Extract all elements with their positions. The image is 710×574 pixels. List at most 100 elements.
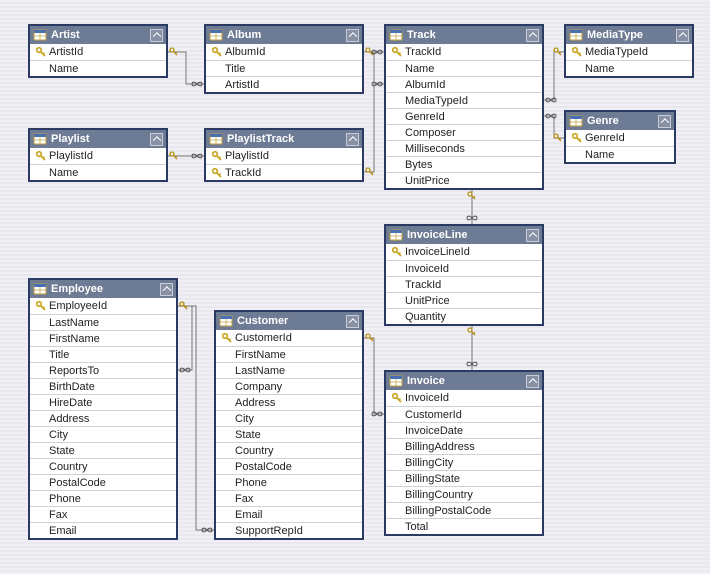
column-row[interactable]: FirstName bbox=[30, 330, 176, 346]
table-employee[interactable]: Employee EmployeeId LastNameFirstNameTitl… bbox=[28, 278, 178, 540]
collapse-icon[interactable] bbox=[150, 133, 163, 146]
table-genre[interactable]: Genre GenreIdName bbox=[564, 110, 676, 164]
column-row[interactable]: Country bbox=[30, 458, 176, 474]
table-album[interactable]: Album AlbumIdTitleArtistId bbox=[204, 24, 364, 94]
column-row[interactable]: ArtistId bbox=[206, 76, 362, 92]
column-row[interactable]: State bbox=[30, 442, 176, 458]
table-header[interactable]: Customer bbox=[216, 312, 362, 330]
collapse-icon[interactable] bbox=[160, 283, 173, 296]
collapse-icon[interactable] bbox=[346, 133, 359, 146]
column-row[interactable]: MediaTypeId bbox=[566, 44, 692, 60]
table-header[interactable]: InvoiceLine bbox=[386, 226, 542, 244]
table-playlisttrack[interactable]: PlaylistTrack PlaylistId TrackId bbox=[204, 128, 364, 182]
column-row[interactable]: TrackId bbox=[386, 276, 542, 292]
column-row[interactable]: TrackId bbox=[206, 164, 362, 180]
column-row[interactable]: InvoiceDate bbox=[386, 422, 542, 438]
column-row[interactable]: HireDate bbox=[30, 394, 176, 410]
table-artist[interactable]: Artist ArtistIdName bbox=[28, 24, 168, 78]
column-row[interactable]: EmployeeId bbox=[30, 298, 176, 314]
column-row[interactable]: AlbumId bbox=[206, 44, 362, 60]
column-row[interactable]: Total bbox=[386, 518, 542, 534]
column-row[interactable]: Email bbox=[216, 506, 362, 522]
column-row[interactable]: AlbumId bbox=[386, 76, 542, 92]
column-name: Total bbox=[405, 521, 542, 533]
column-row[interactable]: Name bbox=[386, 60, 542, 76]
column-row[interactable]: ReportsTo bbox=[30, 362, 176, 378]
column-row[interactable]: Company bbox=[216, 378, 362, 394]
column-row[interactable]: Quantity bbox=[386, 308, 542, 324]
column-name: CustomerId bbox=[405, 409, 542, 421]
column-name: EmployeeId bbox=[49, 300, 176, 312]
table-header[interactable]: Album bbox=[206, 26, 362, 44]
column-row[interactable]: City bbox=[30, 426, 176, 442]
column-row[interactable]: Name bbox=[30, 164, 166, 180]
collapse-icon[interactable] bbox=[346, 29, 359, 42]
table-header[interactable]: PlaylistTrack bbox=[206, 130, 362, 148]
collapse-icon[interactable] bbox=[526, 375, 539, 388]
column-row[interactable]: CustomerId bbox=[216, 330, 362, 346]
table-header[interactable]: MediaType bbox=[566, 26, 692, 44]
column-row[interactable]: LastName bbox=[216, 362, 362, 378]
column-row[interactable]: Title bbox=[30, 346, 176, 362]
table-playlist[interactable]: Playlist PlaylistIdName bbox=[28, 128, 168, 182]
column-row[interactable]: Bytes bbox=[386, 156, 542, 172]
column-row[interactable]: SupportRepId bbox=[216, 522, 362, 538]
column-row[interactable]: Name bbox=[566, 60, 692, 76]
table-mediatype[interactable]: MediaType MediaTypeIdName bbox=[564, 24, 694, 78]
column-row[interactable]: InvoiceId bbox=[386, 260, 542, 276]
table-header[interactable]: Genre bbox=[566, 112, 674, 130]
column-row[interactable]: Address bbox=[30, 410, 176, 426]
column-row[interactable]: Phone bbox=[30, 490, 176, 506]
collapse-icon[interactable] bbox=[658, 115, 671, 128]
column-row[interactable]: BillingPostalCode bbox=[386, 502, 542, 518]
table-header[interactable]: Artist bbox=[30, 26, 166, 44]
column-row[interactable]: FirstName bbox=[216, 346, 362, 362]
column-row[interactable]: Name bbox=[566, 146, 674, 162]
column-row[interactable]: LastName bbox=[30, 314, 176, 330]
column-row[interactable]: Phone bbox=[216, 474, 362, 490]
column-row[interactable]: State bbox=[216, 426, 362, 442]
column-row[interactable]: BillingCountry bbox=[386, 486, 542, 502]
column-row[interactable]: PlaylistId bbox=[206, 148, 362, 164]
column-row[interactable]: InvoiceId bbox=[386, 390, 542, 406]
column-row[interactable]: BillingCity bbox=[386, 454, 542, 470]
column-row[interactable]: Milliseconds bbox=[386, 140, 542, 156]
column-row[interactable]: Name bbox=[30, 60, 166, 76]
column-row[interactable]: TrackId bbox=[386, 44, 542, 60]
column-row[interactable]: MediaTypeId bbox=[386, 92, 542, 108]
column-row[interactable]: GenreId bbox=[566, 130, 674, 146]
table-header[interactable]: Invoice bbox=[386, 372, 542, 390]
column-row[interactable]: ArtistId bbox=[30, 44, 166, 60]
table-customer[interactable]: Customer CustomerIdFirstNameLastNameComp… bbox=[214, 310, 364, 540]
column-row[interactable]: City bbox=[216, 410, 362, 426]
column-row[interactable]: PlaylistId bbox=[30, 148, 166, 164]
column-row[interactable]: PostalCode bbox=[30, 474, 176, 490]
column-row[interactable]: BillingAddress bbox=[386, 438, 542, 454]
table-invoice[interactable]: Invoice InvoiceIdCustomerIdInvoiceDateBi… bbox=[384, 370, 544, 536]
column-row[interactable]: Address bbox=[216, 394, 362, 410]
column-row[interactable]: GenreId bbox=[386, 108, 542, 124]
column-row[interactable]: UnitPrice bbox=[386, 292, 542, 308]
column-row[interactable]: BillingState bbox=[386, 470, 542, 486]
column-row[interactable]: UnitPrice bbox=[386, 172, 542, 188]
collapse-icon[interactable] bbox=[150, 29, 163, 42]
column-row[interactable]: InvoiceLineId bbox=[386, 244, 542, 260]
column-row[interactable]: Composer bbox=[386, 124, 542, 140]
table-track[interactable]: Track TrackIdNameAlbumIdMediaTypeIdGenre… bbox=[384, 24, 544, 190]
collapse-icon[interactable] bbox=[346, 315, 359, 328]
table-header[interactable]: Track bbox=[386, 26, 542, 44]
column-row[interactable]: Country bbox=[216, 442, 362, 458]
table-invoiceline[interactable]: InvoiceLine InvoiceLineIdInvoiceIdTrackI… bbox=[384, 224, 544, 326]
column-row[interactable]: Email bbox=[30, 522, 176, 538]
column-row[interactable]: BirthDate bbox=[30, 378, 176, 394]
collapse-icon[interactable] bbox=[676, 29, 689, 42]
collapse-icon[interactable] bbox=[526, 229, 539, 242]
column-row[interactable]: Fax bbox=[30, 506, 176, 522]
column-row[interactable]: Fax bbox=[216, 490, 362, 506]
table-header[interactable]: Playlist bbox=[30, 130, 166, 148]
column-row[interactable]: PostalCode bbox=[216, 458, 362, 474]
table-header[interactable]: Employee bbox=[30, 280, 176, 298]
collapse-icon[interactable] bbox=[526, 29, 539, 42]
column-row[interactable]: Title bbox=[206, 60, 362, 76]
column-row[interactable]: CustomerId bbox=[386, 406, 542, 422]
